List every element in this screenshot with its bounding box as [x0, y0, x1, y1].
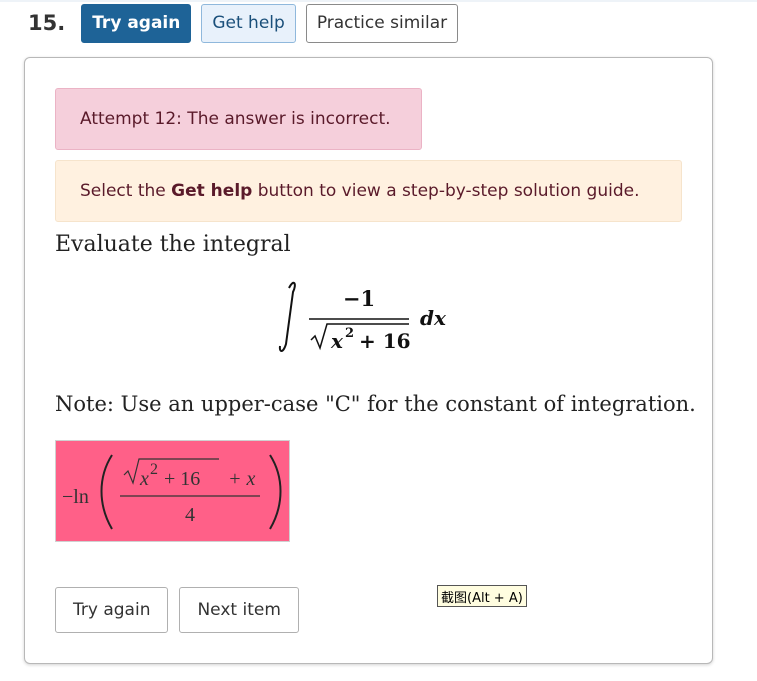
integral-sign	[278, 281, 296, 352]
answer-math: −ln x 2 + 16 + x 4	[62, 454, 282, 530]
answer-denominator: 4	[185, 504, 195, 526]
radicand-rest: + 16	[359, 329, 411, 353]
attempt-feedback-text: Attempt 12: The answer is incorrect.	[80, 109, 391, 129]
help-hint-bold: Get help	[171, 181, 253, 201]
integration-note: Note: Use an upper-case "C" for the cons…	[55, 392, 696, 416]
integrand-numerator: −1	[343, 286, 375, 311]
right-paren	[269, 454, 282, 530]
answer-plus-x: + x	[228, 468, 255, 490]
practice-similar-button[interactable]: Practice similar	[305, 3, 459, 43]
answer-radicand-rest: + 16	[164, 468, 200, 490]
get-help-button[interactable]: Get help	[201, 3, 296, 43]
attempt-feedback-alert: Attempt 12: The answer is incorrect.	[55, 88, 422, 150]
footer-actions: Try again Next item	[55, 587, 310, 633]
left-paren	[100, 454, 113, 530]
help-hint-text-after: button to view a step-by-step solution g…	[252, 181, 640, 201]
question-prompt: Evaluate the integral	[55, 232, 291, 257]
help-hint-text-before: Select the	[80, 181, 172, 201]
differential: dx	[420, 306, 447, 330]
radicand-exponent: 2	[345, 326, 354, 341]
answer-input[interactable]: −ln x 2 + 16 + x 4	[55, 440, 290, 542]
help-hint-alert: Select the Get help button to view a ste…	[55, 160, 682, 222]
answer-radicand-base: x	[139, 468, 149, 490]
footer-try-again-button[interactable]: Try again	[55, 587, 169, 633]
question-card: Attempt 12: The answer is incorrect. Sel…	[24, 57, 713, 664]
question-header: 15. Try again Get help Practice similar	[20, 2, 468, 44]
question-number: 15.	[28, 11, 66, 35]
next-item-button[interactable]: Next item	[179, 587, 299, 633]
answer-radicand-exponent: 2	[150, 461, 158, 478]
answer-neg-ln: −ln	[62, 486, 89, 508]
try-again-button[interactable]: Try again	[81, 3, 192, 43]
radicand-base: x	[330, 329, 344, 353]
screenshot-tooltip: 截图(Alt + A)	[437, 585, 527, 607]
integral-expression: −1 x 2 + 16 dx	[278, 281, 447, 353]
